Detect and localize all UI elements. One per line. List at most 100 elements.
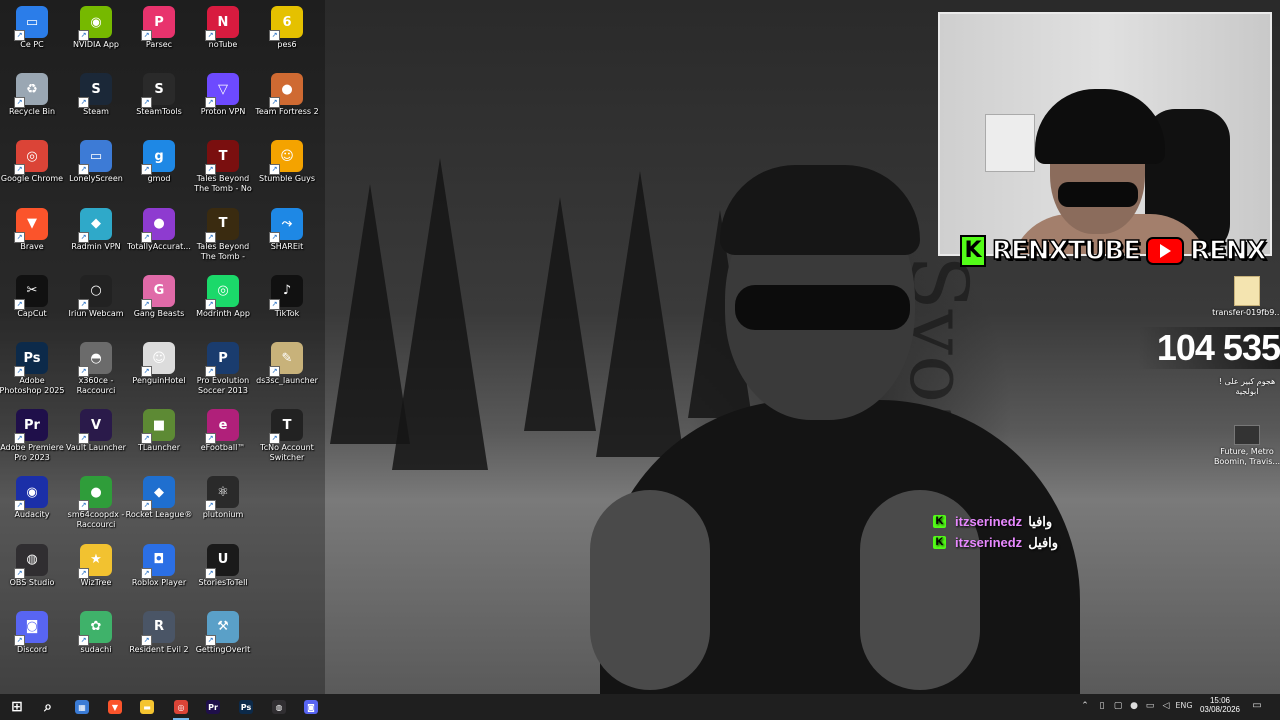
chat-text: وافيا <box>1028 513 1053 529</box>
clock-time: 15:06 <box>1209 696 1231 705</box>
desktop-icon-plutonium[interactable]: ⚛ ↗ plutonium <box>191 470 255 536</box>
desktop-icon-computer[interactable]: ▭ ↗ Ce PC <box>0 0 64 66</box>
desktop-icon-steamtools[interactable]: S ↗ SteamTools <box>127 67 191 133</box>
device-icon[interactable]: ▢ <box>1113 700 1123 712</box>
desktop-icon-tabs[interactable]: ● ↗ TotallyAccurat... <box>127 202 191 268</box>
desktop-icon-pes6[interactable]: 6 ↗ pes6 <box>255 0 319 66</box>
desktop-icon-label: Steam <box>83 107 109 117</box>
desktop-icon-wiztree[interactable]: ★ ↗ WizTree <box>64 538 128 604</box>
desktop-icon-iriun[interactable]: ○ ↗ Iriun Webcam <box>64 269 128 335</box>
desktop-icon-label: TikTok <box>274 308 300 318</box>
taskbar-obs-button[interactable]: ◍ <box>264 694 294 720</box>
desktop-icon-label: Parsec <box>145 40 173 49</box>
chat-username: itzserinedz <box>955 535 1023 550</box>
taskbar-premiere-button[interactable]: Pr <box>198 694 228 720</box>
desktop-icon-tf2[interactable]: ● ↗ Team Fortress 2 <box>255 67 319 133</box>
desktop-icon-premiere[interactable]: Pr ↗ Adobe Premiere Pro 2023 <box>0 403 64 469</box>
desktop-icon-radmin[interactable]: ◆ ↗ Radmin VPN <box>64 202 128 268</box>
desktop-icon-label: Brave <box>20 241 44 251</box>
brave-icon: ▼ <box>108 700 122 714</box>
desktop-icon-label: ds3sc_launcher <box>256 376 318 385</box>
kick-logo-icon: K <box>960 235 986 267</box>
taskbar-store-button[interactable]: ▦ <box>67 694 97 720</box>
taskbar-chrome-button[interactable]: ◎ <box>166 694 196 720</box>
desktop-icon-rocket-league[interactable]: ◆ ↗ Rocket League® <box>125 470 193 536</box>
desktop-icon-label: Rocket League® <box>125 510 193 520</box>
desktop-right-icon[interactable]: هجوم كبير على ! ابولجية <box>1212 377 1280 397</box>
windows-start-icon: ⊞ <box>11 699 23 715</box>
desktop-icon-tcno[interactable]: T ↗ TcNo Account Switcher <box>255 403 319 469</box>
desktop-icon-nvidia[interactable]: ◉ ↗ NVIDIA App <box>64 0 128 66</box>
desktop-icon-sm64[interactable]: ● ↗ sm64coopdx - Raccourci <box>64 470 128 536</box>
volume-icon[interactable]: ◁ <box>1161 700 1171 712</box>
desktop-icon-tlauncher[interactable]: ■ ↗ TLauncher <box>127 403 191 469</box>
discord-icon: ◙ <box>304 700 318 714</box>
desktop-icon-label: Tales Beyond The Tomb - Pinevill... <box>196 241 250 261</box>
desktop-right-icon[interactable]: Future, Metro Boomin, Travis... <box>1212 425 1280 467</box>
desktop-icon-sudachi[interactable]: ✿ ↗ sudachi <box>64 605 128 671</box>
desktop-icon-label: Tales Beyond The Tomb - No Wit... <box>194 174 252 194</box>
desktop-icon-lonelyscreen[interactable]: ▭ ↗ LonelyScreen <box>64 134 128 200</box>
taskbar-photoshop-button[interactable]: Ps <box>231 694 261 720</box>
desktop-icon-label: OBS Studio <box>9 577 55 587</box>
desktop-icon-notube[interactable]: N ↗ noTube <box>191 0 255 66</box>
desktop-icon-label: sudachi <box>80 644 112 654</box>
desktop-icon-label: TotallyAccurat... <box>127 241 191 251</box>
desktop-icon-re2[interactable]: R ↗ Resident Evil 2 <box>127 605 191 671</box>
desktop-icon-label: Resident Evil 2 <box>129 644 189 654</box>
premiere-icon: Pr <box>206 700 220 714</box>
taskbar-brave-button[interactable]: ▼ <box>100 694 130 720</box>
microphone-icon[interactable]: ● <box>1129 700 1139 712</box>
desktop-right-icon-label: Future, Metro Boomin, Travis... <box>1213 447 1280 466</box>
desktop-icon-gang-beasts[interactable]: G ↗ Gang Beasts <box>127 269 191 335</box>
desktop-icon-tiktok[interactable]: ♪ ↗ TikTok <box>255 269 319 335</box>
desktop-right-icon[interactable]: transfer-019fb9... <box>1212 276 1280 318</box>
chevron-up-icon[interactable]: ⌃ <box>1080 700 1090 712</box>
desktop-icon-tbtt[interactable]: T↗Tales Beyond The Tomb - No Wit... <box>191 134 255 200</box>
desktop-icon-stumble-guys[interactable]: ☺ ↗ Stumble Guys <box>255 134 319 200</box>
desktop-icon-steam[interactable]: S ↗ Steam <box>64 67 128 133</box>
desktop-icon-efootball[interactable]: e ↗ eFootball™ <box>191 403 255 469</box>
subscriber-counter: 104 535 <box>1138 327 1280 369</box>
desktop-icon-unreal[interactable]: U ↗ StoriesToTell <box>191 538 255 604</box>
taskbar-start-button[interactable]: ⊞ <box>2 694 32 720</box>
desktop-icon-label: eFootball™ <box>200 443 246 453</box>
notification-icon[interactable]: ▭ <box>1252 700 1262 712</box>
desktop-icon-penguinhotel[interactable]: ☺ ↗ PenguinHotel <box>127 336 191 402</box>
taskbar-explorer-button[interactable]: ▬ <box>132 694 162 720</box>
taskbar-search-button[interactable]: ⌕ <box>33 694 63 720</box>
desktop-icon-obs[interactable]: ◍ ↗ OBS Studio <box>0 538 64 604</box>
desktop-icon-parsec[interactable]: P ↗ Parsec <box>127 0 191 66</box>
desktop-icon-pes2013[interactable]: P ↗ Pro Evolution Soccer 2013 <box>191 336 255 402</box>
taskbar-discord-button[interactable]: ◙ <box>296 694 326 720</box>
desktop-icon-photoshop[interactable]: Ps ↗ Adobe Photoshop 2025 <box>0 336 64 402</box>
desktop-icon-brave[interactable]: ▼ ↗ Brave <box>0 202 64 268</box>
desktop-icon-gamepad[interactable]: ◓ ↗ x360ce - Raccourci <box>64 336 128 402</box>
language-indicator[interactable]: ENG <box>1174 700 1194 712</box>
desktop-icon-roblox[interactable]: ◘ ↗ Roblox Player <box>127 538 191 604</box>
desktop-icon-shareit[interactable]: ⤳ ↗ SHAREit <box>255 202 319 268</box>
desktop-icon-vault-launcher[interactable]: V ↗ Vault Launcher <box>64 403 128 469</box>
desktop-icon-modrinth[interactable]: ◎ ↗ Modrinth App <box>191 269 255 335</box>
desktop-right-icon-label: transfer-019fb9... <box>1212 308 1280 317</box>
desktop-icon-label: Stumble Guys <box>258 174 315 184</box>
desktop-icon-chrome[interactable]: ◎ ↗ Google Chrome <box>0 134 64 200</box>
desktop-icon-discord[interactable]: ◙ ↗ Discord <box>0 605 64 671</box>
desktop-icon-label: x360ce - Raccourci <box>76 376 116 395</box>
desktop-icon-label: StoriesToTell <box>198 577 248 587</box>
desktop-icon-label: TcNo Account Switcher <box>260 443 314 463</box>
desktop-icon-label: Adobe Premiere Pro 2023 <box>0 443 64 463</box>
desktop-icon-gettingoverit[interactable]: ⚒ ↗ GettingOverIt <box>191 605 255 671</box>
network-icon[interactable]: ▭ <box>1145 700 1155 712</box>
desktop-icon-label: Modrinth App <box>196 308 250 318</box>
battery-icon[interactable]: ▯ <box>1097 700 1107 712</box>
desktop-icon-recycle-bin[interactable]: ♻ ↗ Recycle Bin <box>0 67 64 133</box>
desktop-icon-gmod[interactable]: g ↗ gmod <box>127 134 191 200</box>
webcam-overlay <box>938 12 1272 256</box>
desktop-icon-audacity[interactable]: ◉ ↗ Audacity <box>0 470 64 536</box>
desktop-icon-protonvpn[interactable]: ▽ ↗ Proton VPN <box>191 67 255 133</box>
desktop-icon-ds3sc[interactable]: ✎ ↗ ds3sc_launcher <box>255 336 319 402</box>
taskbar-clock[interactable]: 15:06 03/08/2026 <box>1197 694 1243 720</box>
desktop-icon-tbtt-ep1[interactable]: T↗Tales Beyond The Tomb - Pinevill... <box>191 202 255 268</box>
desktop-icon-capcut[interactable]: ✂ ↗ CapCut <box>0 269 64 335</box>
